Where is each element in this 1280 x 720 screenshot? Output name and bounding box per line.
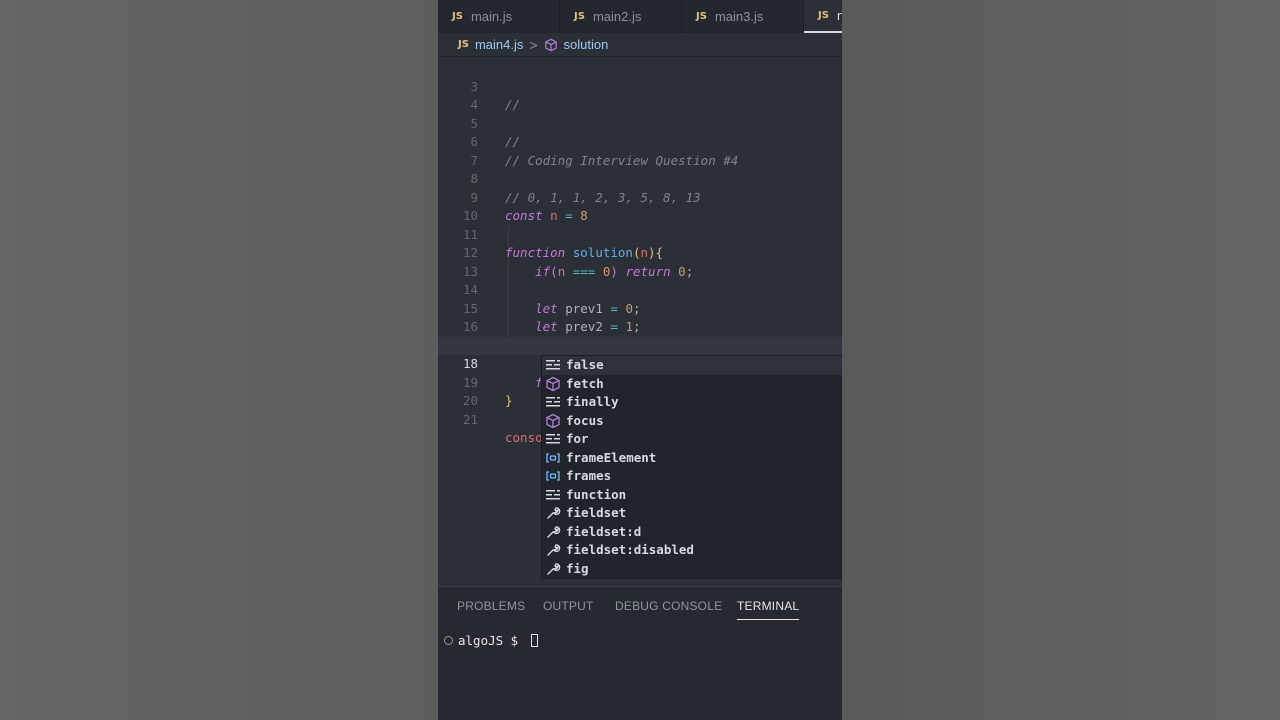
code-line: 16 let curr; bbox=[438, 300, 842, 353]
breadcrumb-file[interactable]: main4.js bbox=[475, 37, 523, 52]
tab-main2-js[interactable]: JS main2.js bbox=[560, 0, 682, 33]
suggestion-label: frameElement bbox=[566, 449, 657, 465]
line-number: 21 bbox=[462, 411, 478, 427]
suggestion-item[interactable]: focus bbox=[542, 412, 842, 431]
suggestion-item[interactable]: fieldset:d bbox=[542, 523, 842, 542]
code-line: 9 const n = 8 bbox=[438, 170, 842, 224]
tab-main3-js[interactable]: JS main3.js bbox=[682, 0, 804, 33]
method-icon bbox=[544, 38, 557, 51]
suggestion-label: function bbox=[566, 486, 627, 502]
suggestion-item[interactable]: function bbox=[542, 486, 842, 505]
suggestion-item[interactable]: finally bbox=[542, 393, 842, 412]
code-line: 14 let prev1 = 0; bbox=[438, 263, 842, 316]
code-line: 12 if(n === 0) return 0; bbox=[438, 226, 842, 279]
tab-label: main2.js bbox=[592, 9, 642, 24]
tab-debug-console[interactable]: DEBUG CONSOLE bbox=[615, 599, 722, 613]
tab-label: main3.js bbox=[714, 9, 764, 24]
keyword-icon bbox=[545, 431, 561, 447]
terminal-prompt: algoJS $ bbox=[458, 633, 526, 648]
suggestion-item[interactable]: frameElement bbox=[542, 449, 842, 468]
code-line: 17 bbox=[438, 318, 842, 353]
tab-output[interactable]: OUTPUT bbox=[543, 599, 594, 613]
keyword-icon bbox=[545, 357, 561, 373]
suggestion-label: fieldset:disabled bbox=[566, 542, 694, 557]
wrench-icon bbox=[545, 542, 561, 558]
suggestion-label: focus bbox=[566, 412, 604, 428]
suggestion-label: finally bbox=[566, 394, 619, 409]
suggestion-item[interactable]: fieldset bbox=[542, 504, 842, 523]
suggestion-item[interactable]: fetch bbox=[542, 375, 842, 394]
code-line: 3 // bbox=[438, 59, 842, 113]
suggestion-item[interactable]: fig bbox=[542, 560, 842, 579]
background-right bbox=[842, 0, 1280, 720]
method-icon bbox=[545, 376, 561, 392]
circle-icon bbox=[444, 636, 453, 645]
suggestion-label: fieldset:d bbox=[566, 523, 642, 539]
tab-label: main.js bbox=[470, 9, 513, 24]
wrench-icon bbox=[545, 505, 561, 521]
js-file-icon: JS bbox=[696, 11, 707, 22]
suggestion-widget: false fetch finally focus for frameEleme… bbox=[541, 355, 842, 579]
suggestion-label: false bbox=[566, 357, 604, 372]
current-code-line: 18 for() bbox=[438, 336, 842, 390]
method-icon bbox=[545, 413, 561, 429]
code-line: 4 bbox=[438, 78, 842, 112]
keyword-icon bbox=[545, 487, 561, 503]
suggestion-label: fieldset bbox=[566, 505, 627, 520]
wrench-icon bbox=[545, 524, 561, 540]
code-line: 8 // 0, 1, 1, 2, 3, 5, 8, 13 bbox=[438, 152, 842, 205]
terminal[interactable]: algoJS $ bbox=[444, 633, 538, 648]
breadcrumb: JS main4.js > solution bbox=[438, 33, 842, 57]
bottom-panel: PROBLEMS OUTPUT DEBUG CONSOLE TERMINAL a… bbox=[438, 586, 842, 720]
suggestion-label: fig bbox=[566, 560, 589, 576]
code-text: conso bbox=[505, 430, 543, 445]
code-line: 15 let prev2 = 1; bbox=[438, 281, 842, 335]
suggestion-item[interactable]: frames bbox=[542, 467, 842, 486]
tab-bar: JS main.js JS main2.js JS main3.js JS n bbox=[438, 0, 842, 33]
suggestion-item[interactable]: false bbox=[542, 356, 842, 375]
tab-main-js[interactable]: JS main.js bbox=[438, 0, 560, 33]
code-line: 13 bbox=[438, 244, 842, 279]
js-file-icon: JS bbox=[458, 39, 469, 50]
tab-label: n bbox=[836, 8, 842, 23]
variable-icon bbox=[545, 450, 561, 466]
js-file-icon: JS bbox=[452, 11, 463, 22]
suggestion-label: frames bbox=[566, 468, 612, 483]
suggestion-item[interactable]: for bbox=[542, 430, 842, 449]
suggestion-label: for bbox=[566, 431, 589, 446]
suggestion-label: fetch bbox=[566, 375, 604, 391]
code-line: 7 bbox=[438, 133, 842, 168]
wrench-icon bbox=[545, 561, 561, 577]
chevron-right-icon: > bbox=[529, 36, 538, 53]
tab-problems[interactable]: PROBLEMS bbox=[457, 599, 525, 613]
keyword-icon bbox=[545, 394, 561, 410]
code-line: 10 bbox=[438, 189, 842, 223]
code-line: 5 // bbox=[438, 96, 842, 150]
terminal-cursor bbox=[530, 634, 538, 647]
breadcrumb-symbol[interactable]: solution bbox=[564, 37, 609, 52]
js-file-icon: JS bbox=[818, 10, 829, 21]
background-left bbox=[0, 0, 438, 720]
tab-terminal[interactable]: TERMINAL bbox=[737, 599, 800, 620]
suggestion-item[interactable]: fieldset:disabled bbox=[542, 541, 842, 560]
js-file-icon: JS bbox=[574, 11, 585, 22]
variable-icon bbox=[545, 468, 561, 484]
tab-main4-js[interactable]: JS n bbox=[804, 0, 842, 33]
code-line: 11 function solution(n){ bbox=[438, 207, 842, 261]
code-line: 6 // Coding Interview Question #4 bbox=[438, 115, 842, 168]
